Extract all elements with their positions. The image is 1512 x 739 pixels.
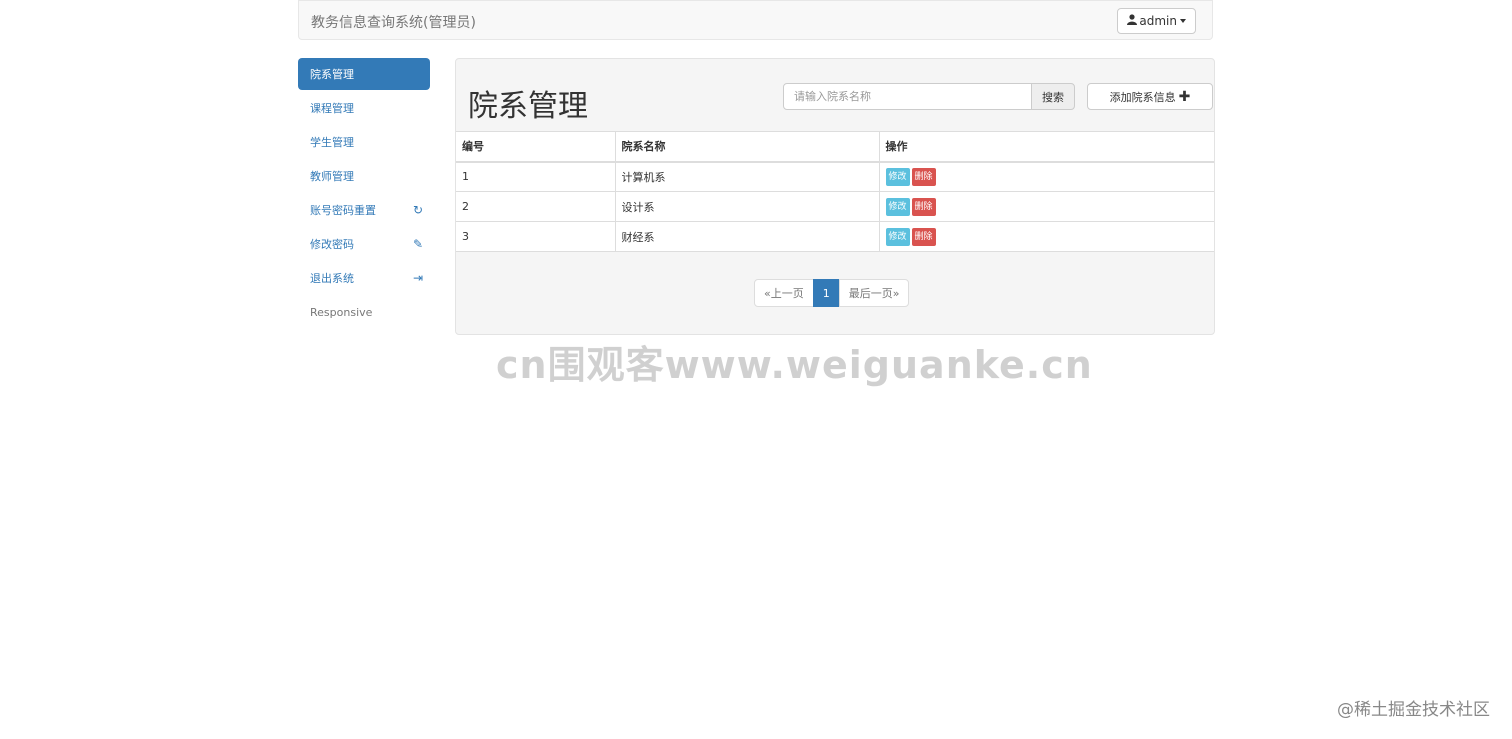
sidebar-item-change-password[interactable]: 修改密码 ✎: [298, 228, 430, 260]
current-page-link[interactable]: 1: [812, 279, 840, 307]
sidebar-item-responsive[interactable]: Responsive: [298, 296, 430, 328]
user-name: admin: [1139, 14, 1177, 28]
table-row: 2 设计系 修改 删除: [456, 191, 1214, 222]
sidebar-item-logout[interactable]: 退出系统 ⇥: [298, 262, 430, 294]
plus-icon: ✚: [1178, 88, 1191, 105]
sidebar-item-label: 账号密码重置: [310, 204, 376, 217]
sidebar-item-label: 学生管理: [310, 136, 354, 149]
user-icon: [1127, 14, 1138, 28]
sidebar-nav: 院系管理 课程管理 学生管理 教师管理 账号密码重置 ↻ 修改密码 ✎ 退出系统…: [298, 58, 430, 330]
user-menu-button[interactable]: admin: [1117, 8, 1196, 34]
edit-button[interactable]: 修改: [885, 167, 910, 186]
footer-watermark: @稀土掘金技术社区: [1337, 700, 1490, 720]
sidebar-item-departments[interactable]: 院系管理: [298, 58, 430, 90]
departments-table: 编号 院系名称 操作 1 计算机系 修改 删除 2 设计系 修改 删除 3 财经…: [456, 131, 1214, 252]
page-title: 院系管理: [468, 89, 588, 124]
delete-button[interactable]: 删除: [911, 197, 936, 216]
sidebar-item-label: 院系管理: [310, 68, 354, 81]
edit-button[interactable]: 修改: [885, 227, 910, 246]
search-button[interactable]: 搜索: [1031, 83, 1075, 110]
refresh-icon: ↻: [412, 203, 424, 217]
cell-actions: 修改 删除: [879, 221, 1214, 252]
add-department-button[interactable]: 添加院系信息 ✚: [1087, 83, 1213, 110]
table-row: 3 财经系 修改 删除: [456, 221, 1214, 252]
top-navbar: 教务信息查询系统(管理员) admin: [298, 0, 1213, 40]
sidebar-item-label: 退出系统: [310, 272, 354, 285]
sidebar-item-label: Responsive: [310, 305, 373, 319]
delete-button[interactable]: 删除: [911, 167, 936, 186]
sidebar-item-label: 教师管理: [310, 170, 354, 183]
cell-name: 计算机系: [615, 161, 880, 192]
table-row: 1 计算机系 修改 删除: [456, 161, 1214, 192]
column-header-name: 院系名称: [615, 131, 880, 163]
search-input[interactable]: [783, 83, 1032, 110]
column-header-actions: 操作: [879, 131, 1214, 163]
sidebar-item-teachers[interactable]: 教师管理: [298, 160, 430, 192]
sidebar-item-reset-password[interactable]: 账号密码重置 ↻: [298, 194, 430, 226]
delete-button[interactable]: 删除: [911, 227, 936, 246]
chevron-down-icon: [1180, 19, 1186, 23]
logout-icon: ⇥: [412, 271, 424, 285]
sidebar-item-courses[interactable]: 课程管理: [298, 92, 430, 124]
cell-id: 3: [456, 221, 616, 252]
cell-name: 设计系: [615, 191, 880, 222]
pencil-icon: ✎: [412, 237, 424, 251]
sidebar-item-students[interactable]: 学生管理: [298, 126, 430, 158]
watermark-text: cn围观客www.weiguanke.cn: [496, 343, 1093, 387]
main-panel: 院系管理 搜索 添加院系信息 ✚ 编号 院系名称 操作 1 计算机系 修改删除 …: [455, 58, 1215, 335]
add-button-label: 添加院系信息: [1109, 90, 1176, 104]
cell-id: 1: [456, 161, 616, 192]
column-header-id: 编号: [456, 131, 616, 163]
sidebar-item-label: 修改密码: [310, 238, 354, 251]
cell-id: 2: [456, 191, 616, 222]
prev-page-link[interactable]: «上一页: [754, 279, 814, 307]
pagination: «上一页 1 最后一页»: [754, 279, 910, 307]
app-brand[interactable]: 教务信息查询系统(管理员): [311, 12, 476, 32]
edit-button[interactable]: 修改: [885, 197, 910, 216]
sidebar-item-label: 课程管理: [310, 102, 354, 115]
cell-actions: 修改 删除: [879, 161, 1214, 192]
cell-name: 财经系: [615, 221, 880, 252]
last-page-link[interactable]: 最后一页»: [838, 279, 910, 307]
table-header-row: 编号 院系名称 操作: [456, 131, 1214, 163]
cell-actions: 修改 删除: [879, 191, 1214, 222]
